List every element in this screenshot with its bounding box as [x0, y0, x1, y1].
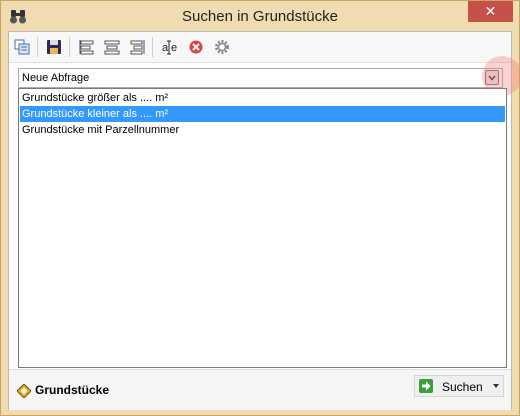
search-button[interactable]: Suchen — [414, 375, 504, 397]
dropdown-option[interactable]: Grundstücke größer als .... m² — [20, 90, 505, 106]
query-dropdown-list: Grundstücke größer als .... m² Grundstüc… — [18, 88, 507, 368]
dropdown-arrow-icon[interactable] — [493, 384, 499, 388]
align-center-icon[interactable] — [102, 37, 122, 57]
align-left-icon[interactable] — [77, 37, 97, 57]
query-select[interactable]: Neue Abfrage — [18, 68, 503, 88]
search-button-label: Suchen — [442, 380, 483, 394]
align-right-icon[interactable] — [127, 37, 147, 57]
copy-layer-icon[interactable] — [12, 37, 32, 57]
footer-bar: Grundstücke Suchen — [9, 369, 511, 410]
window-title: Suchen in Grundstücke — [182, 8, 338, 25]
arrow-right-icon — [419, 379, 433, 393]
title-bar[interactable]: Suchen in Grundstücke ✕ — [1, 1, 519, 31]
save-icon[interactable] — [44, 37, 64, 57]
dropdown-option-highlighted[interactable]: Grundstücke kleiner als .... m² — [20, 106, 505, 122]
layer-label: Grundstücke — [35, 383, 110, 397]
search-dialog-window: Suchen in Grundstücke ✕ a e Neue Abfrage… — [0, 0, 520, 416]
delete-icon[interactable] — [186, 37, 206, 57]
toolbar-separator — [152, 37, 153, 57]
toolbar-separator — [69, 37, 70, 57]
text-field-icon[interactable]: a e — [160, 37, 180, 57]
layer-icon — [16, 383, 32, 399]
query-selected-value: Neue Abfrage — [22, 72, 90, 84]
dialog-body: a e Neue Abfrage Grundstücke größer als … — [8, 31, 520, 410]
toolbar-separator — [37, 37, 38, 57]
close-button[interactable]: ✕ — [468, 1, 513, 22]
svg-text:a: a — [162, 42, 169, 54]
settings-icon[interactable] — [212, 37, 232, 57]
dropdown-option[interactable]: Grundstücke mit Parzellnummer — [20, 122, 505, 138]
svg-text:e: e — [171, 42, 177, 54]
toolbar: a e — [9, 32, 511, 63]
